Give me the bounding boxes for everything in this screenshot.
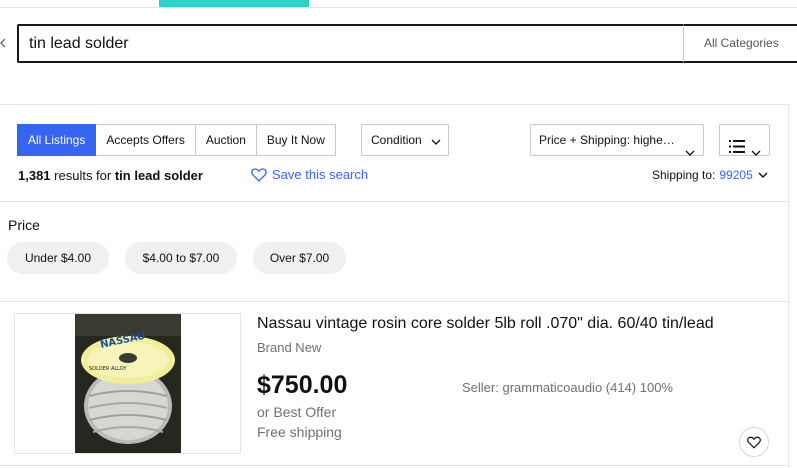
listing-shipping: Free shipping <box>257 424 342 440</box>
section-divider <box>0 104 788 105</box>
condition-label: Condition <box>371 133 422 147</box>
tab-buy-it-now[interactable]: Buy It Now <box>256 124 336 156</box>
view-toggle-button[interactable] <box>719 124 770 156</box>
chevron-down-icon <box>758 172 768 178</box>
heart-icon <box>747 436 761 449</box>
listing-type-tabs: All Listings Accepts Offers Auction Buy … <box>17 124 336 156</box>
section-divider <box>0 301 788 302</box>
price-filter-heading: Price <box>8 217 40 233</box>
section-divider <box>0 465 788 466</box>
heart-icon <box>251 167 267 182</box>
search-input[interactable] <box>29 26 669 61</box>
listing-title[interactable]: Nassau vintage rosin core solder 5lb rol… <box>257 315 714 333</box>
watch-button[interactable] <box>739 427 769 457</box>
content-right-border <box>788 104 789 468</box>
results-query: tin lead solder <box>114 168 203 183</box>
tab-accepts-offers[interactable]: Accepts Offers <box>96 124 196 156</box>
chevron-left-icon[interactable] <box>0 38 6 48</box>
category-select-label: All Categories <box>704 36 779 50</box>
condition-button[interactable]: Condition <box>361 124 449 156</box>
price-option-over[interactable]: Over $7.00 <box>253 242 346 274</box>
list-view-icon <box>729 134 745 164</box>
sort-label: Price + Shipping: highe… <box>539 133 675 147</box>
category-select[interactable]: All Categories <box>683 24 797 63</box>
search-box[interactable] <box>17 24 683 63</box>
header-divider <box>0 7 797 8</box>
shipping-label: Shipping to: <box>652 168 716 182</box>
solder-spool-image: NASSAU SOLDER ALLOY <box>75 314 181 453</box>
spool-label-text: SOLDER ALLOY <box>89 366 127 372</box>
shipping-zip: 99205 <box>719 168 753 182</box>
listing-price: $750.00 <box>257 371 348 399</box>
chevron-down-icon <box>751 137 761 167</box>
listing-condition: Brand New <box>257 340 322 355</box>
tab-all-listings[interactable]: All Listings <box>17 124 97 156</box>
price-option-middle[interactable]: $4.00 to $7.00 <box>125 242 237 274</box>
chevron-down-icon <box>685 137 695 167</box>
active-nav-indicator <box>159 0 309 7</box>
section-divider <box>0 201 788 202</box>
save-search-label: Save this search <box>272 167 369 182</box>
sort-button[interactable]: Price + Shipping: highe… <box>530 124 704 156</box>
price-option-label: Under $4.00 <box>24 251 92 265</box>
price-option-label: Over $7.00 <box>269 251 330 265</box>
price-option-under[interactable]: Under $4.00 <box>7 242 109 274</box>
save-search-link[interactable]: Save this search <box>251 167 368 182</box>
results-count: 1,381 results for tin lead solder <box>18 168 203 183</box>
listing-best-offer: or Best Offer <box>257 404 337 420</box>
tab-auction[interactable]: Auction <box>195 124 257 156</box>
listing-seller: Seller: grammaticoaudio (414) 100% <box>462 380 673 395</box>
results-number: 1,381 <box>18 168 51 183</box>
shipping-location[interactable]: Shipping to: 99205 <box>652 168 768 182</box>
chevron-down-icon <box>431 126 441 156</box>
results-text: results for <box>50 168 115 183</box>
price-option-label: $4.00 to $7.00 <box>142 251 220 265</box>
listing-image[interactable]: NASSAU SOLDER ALLOY <box>14 313 241 454</box>
